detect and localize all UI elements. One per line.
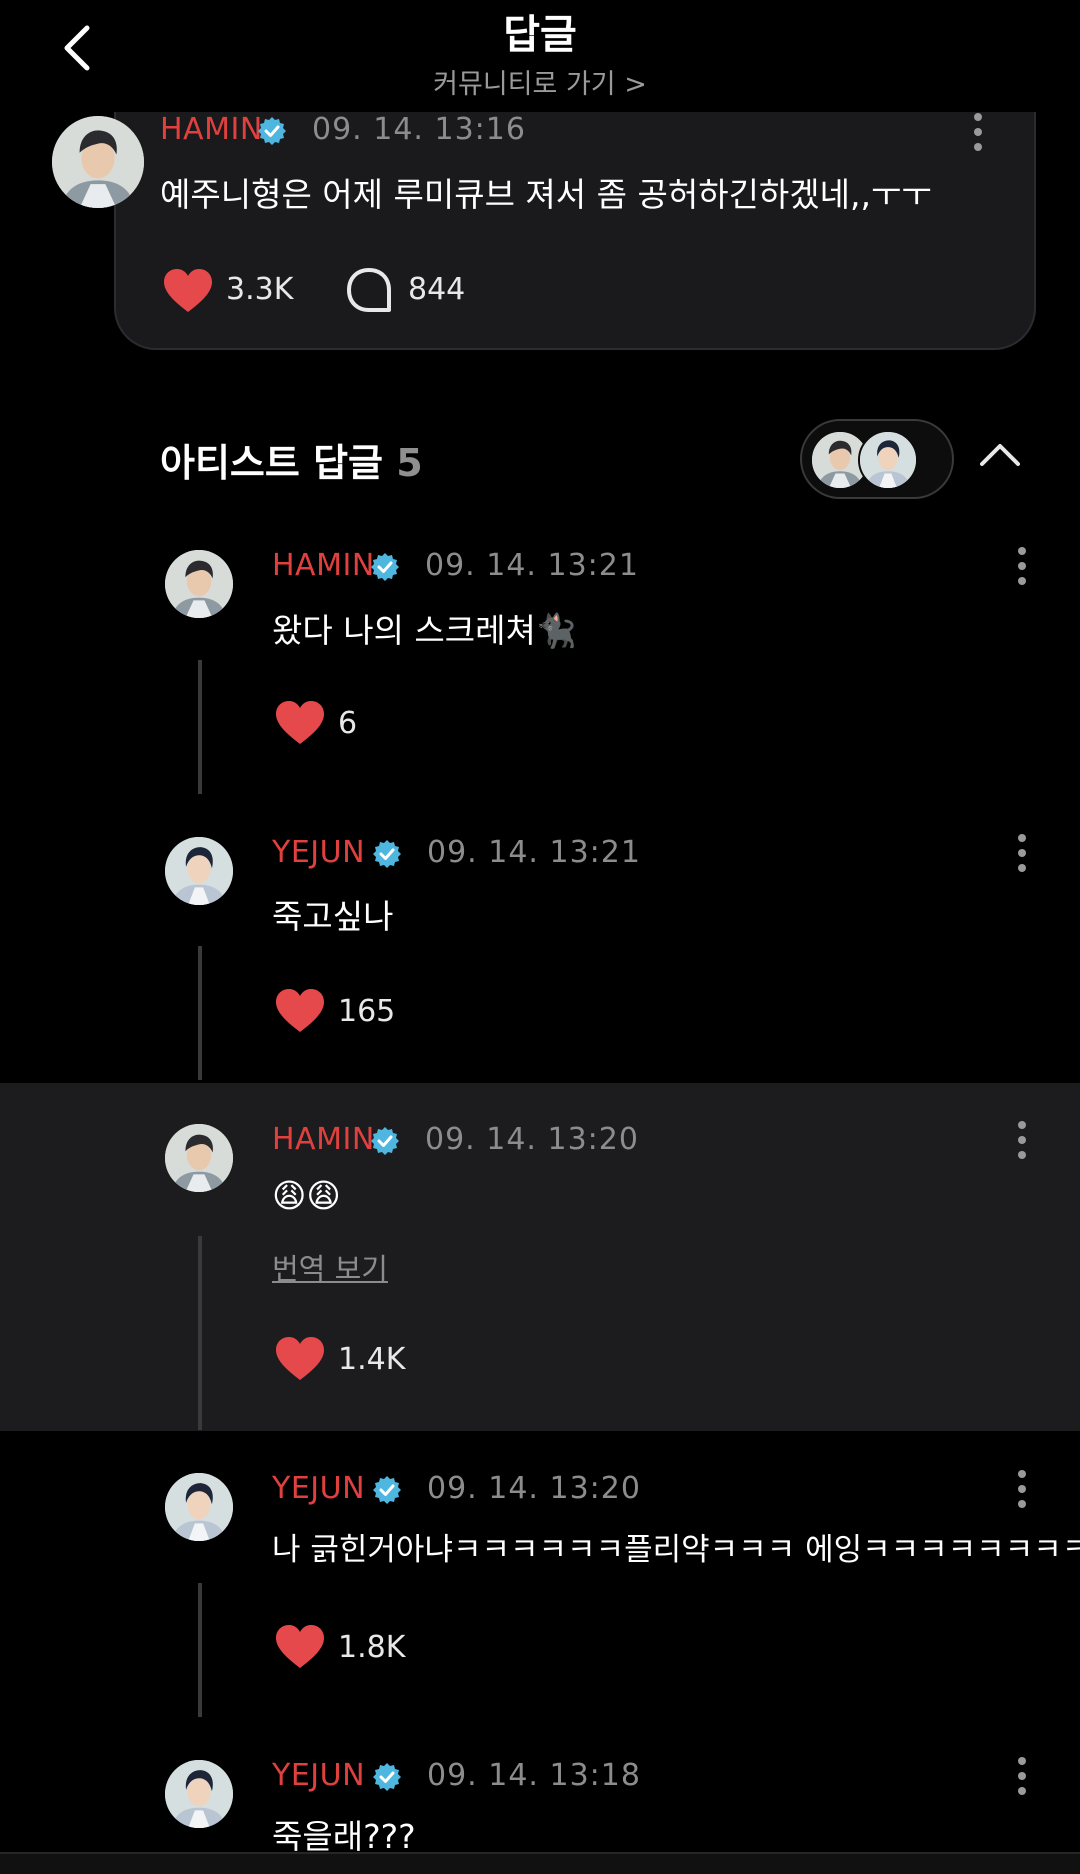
verified-icon (370, 1126, 400, 1156)
more-vertical-icon[interactable] (1016, 546, 1028, 586)
reply-author-name[interactable]: HAMIN (272, 1122, 375, 1157)
more-vertical-icon[interactable] (1016, 833, 1028, 873)
heart-icon[interactable] (274, 988, 326, 1034)
page-title: 답글 (503, 12, 577, 58)
reply-text: 죽을래??? (272, 1817, 416, 1856)
verified-icon (372, 839, 402, 869)
reply-text: 😩😩 (272, 1176, 341, 1215)
reply-like-count: 6 (338, 706, 358, 741)
reply-avatar-image (165, 1760, 233, 1828)
translate-link[interactable]: 번역 보기 (272, 1246, 388, 1288)
reply-timestamp: 09. 14. 13:21 (427, 835, 641, 870)
avatar[interactable] (165, 1760, 233, 1828)
avatar[interactable] (165, 550, 233, 618)
artist-avatar-yejun (860, 432, 916, 488)
post-comment-count: 844 (408, 272, 466, 307)
reply-text: 나 긁힌거아냐ㅋㅋㅋㅋㅋㅋ플리약ㅋㅋㅋ 에잉ㅋㅋㅋㅋㅋㅋㅋㅋ (272, 1532, 1080, 1568)
post-like-count: 3.3K (226, 272, 294, 307)
reply-timestamp: 09. 14. 13:20 (427, 1471, 641, 1506)
bottom-bar (0, 1852, 1080, 1874)
verified-icon (257, 116, 287, 146)
reply-text: 왔다 나의 스크레쳐🐈‍⬛ (272, 611, 577, 650)
reply-author-name[interactable]: YEJUN (272, 1758, 365, 1793)
reply-author-name[interactable]: YEJUN (272, 1471, 365, 1506)
profile-avatar-image (52, 116, 144, 208)
chevron-up-icon[interactable] (978, 440, 1022, 470)
post-author-name[interactable]: HAMIN (160, 112, 263, 147)
heart-icon[interactable] (162, 268, 214, 314)
reply-avatar-image (165, 837, 233, 905)
artist-avatars-pill[interactable] (800, 419, 954, 499)
thread-line (198, 1583, 202, 1717)
reply-avatar-image (165, 550, 233, 618)
reply-text: 죽고싶나 (272, 897, 394, 936)
reply-avatar-image (165, 1473, 233, 1541)
avatar[interactable] (165, 1473, 233, 1541)
section-count: 5 (396, 441, 423, 485)
original-post-card (114, 112, 1036, 350)
post-timestamp: 09. 14. 13:16 (312, 112, 526, 147)
more-vertical-icon[interactable] (972, 112, 984, 152)
more-vertical-icon[interactable] (1016, 1756, 1028, 1796)
reply-like-count: 1.4K (338, 1342, 406, 1377)
reply-like-count: 1.8K (338, 1630, 406, 1665)
avatar[interactable] (52, 116, 144, 208)
reply-author-name[interactable]: YEJUN (272, 835, 365, 870)
verified-icon (372, 1762, 402, 1792)
artist-replies-header: 아티스트 답글 5 (160, 432, 423, 487)
heart-icon[interactable] (274, 1336, 326, 1382)
thread-line (198, 1236, 202, 1430)
reply-timestamp: 09. 14. 13:20 (425, 1122, 639, 1157)
avatar[interactable] (165, 837, 233, 905)
reply-like-count: 165 (338, 994, 396, 1029)
comment-icon[interactable] (344, 266, 394, 316)
more-vertical-icon[interactable] (1016, 1469, 1028, 1509)
verified-icon (370, 552, 400, 582)
heart-icon[interactable] (274, 1624, 326, 1670)
heart-icon[interactable] (274, 700, 326, 746)
go-to-community-link[interactable]: 커뮤니티로 가기 > (0, 62, 1080, 101)
verified-icon (372, 1475, 402, 1505)
thread-line (198, 660, 202, 794)
avatar (858, 430, 918, 490)
reply-author-name[interactable]: HAMIN (272, 548, 375, 583)
avatar[interactable] (165, 1124, 233, 1192)
section-title: 아티스트 답글 (160, 441, 383, 485)
thread-line (198, 946, 202, 1080)
reply-avatar-image (165, 1124, 233, 1192)
reply-timestamp: 09. 14. 13:18 (427, 1758, 641, 1793)
more-vertical-icon[interactable] (1016, 1120, 1028, 1160)
reply-timestamp: 09. 14. 13:21 (425, 548, 639, 583)
post-text: 예주니형은 어제 루미큐브 져서 좀 공허하긴하겠네,,ㅜㅜ (160, 175, 932, 214)
